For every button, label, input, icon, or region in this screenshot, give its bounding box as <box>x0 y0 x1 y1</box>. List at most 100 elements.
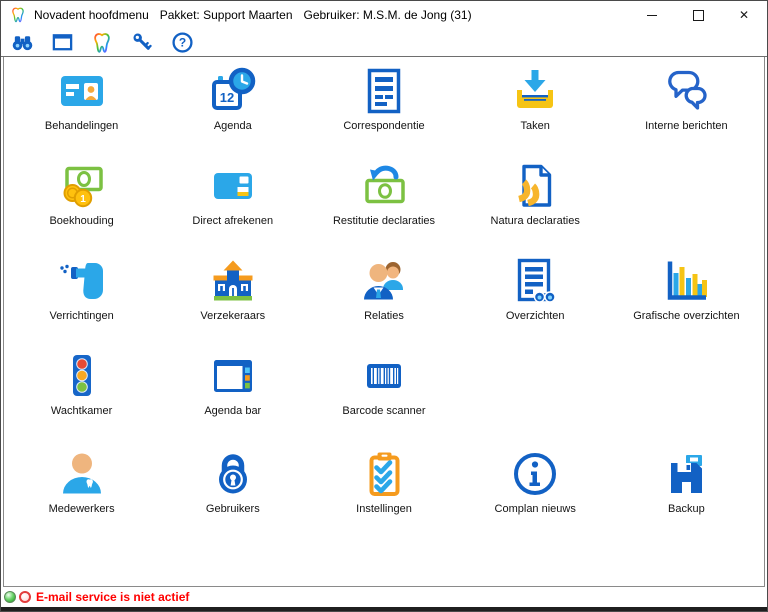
menu-item-barcode-scanner[interactable]: Barcode scanner <box>308 347 459 445</box>
menu-item-label: Agenda <box>213 120 252 132</box>
title-text: Novadent hoofdmenu Pakket: Support Maart… <box>34 8 472 22</box>
user-label: Gebruiker: M.S.M. de Jong (31) <box>303 8 472 22</box>
bar-chart-icon <box>668 261 708 300</box>
menu-item-label: Agenda bar <box>204 405 262 417</box>
menu-item-complan-nieuws[interactable]: Complan nieuws <box>460 445 611 545</box>
toolbar: ? <box>1 29 767 57</box>
menu-item-label: Behandelingen <box>44 120 119 132</box>
menu-item-gebruikers[interactable]: Gebruikers <box>157 445 308 545</box>
people-icon <box>363 262 403 300</box>
patient-card-icon <box>60 76 103 106</box>
minimize-icon <box>647 14 657 16</box>
menu-item-label: Correspondentie <box>343 120 425 132</box>
menu-item-behandelingen[interactable]: Behandelingen <box>6 62 157 157</box>
maximize-button[interactable] <box>675 1 721 29</box>
menu-item-correspondentie[interactable]: Correspondentie <box>308 62 459 157</box>
floppy-disk-icon <box>671 455 703 493</box>
key-icon <box>132 33 152 50</box>
office-building-icon <box>213 260 253 301</box>
menu-item-label: Wachtkamer <box>50 405 113 417</box>
novadent-toolbar-button[interactable] <box>90 31 114 55</box>
letter-document-icon <box>367 68 401 114</box>
menu-item-verrichtingen[interactable]: Verrichtingen <box>6 252 157 347</box>
menu-grid: Behandelingen 12 Agenda Correspondentie … <box>4 62 764 545</box>
menu-item-label: Direct afrekenen <box>192 215 274 227</box>
window-title: Novadent hoofdmenu <box>34 8 149 22</box>
maximize-icon <box>692 9 704 21</box>
traffic-light-icon <box>72 355 91 396</box>
service-red-indicator-icon <box>19 591 31 603</box>
package-label: Pakket: Support Maarten <box>159 8 293 22</box>
menu-item-grafische-overzichten[interactable]: Grafische overzichten <box>611 252 762 347</box>
menu-item-backup[interactable]: Backup <box>611 445 762 545</box>
menu-item-label: Grafische overzichten <box>633 310 740 322</box>
menu-item-instellingen[interactable]: Instellingen <box>308 445 459 545</box>
service-green-indicator-icon <box>4 591 16 603</box>
status-bar: E-mail service is niet actief <box>1 587 767 607</box>
menu-item-agenda-bar[interactable]: Agenda bar <box>157 347 308 445</box>
menu-item-relaties[interactable]: Relaties <box>308 252 459 347</box>
menu-item-direct-afrekenen[interactable]: Direct afrekenen <box>157 157 308 252</box>
binoculars-icon <box>12 36 32 51</box>
dentist-person-icon <box>62 453 101 494</box>
svg-text:1: 1 <box>80 194 86 205</box>
status-message: E-mail service is niet actief <box>36 590 190 604</box>
menu-item-label: Backup <box>668 503 705 515</box>
menu-item-medewerkers[interactable]: Medewerkers <box>6 445 157 545</box>
report-binoculars-icon <box>517 258 556 303</box>
window-sidebar-icon <box>213 360 252 392</box>
dental-drill-icon <box>59 263 103 299</box>
menu-item-label: Barcode scanner <box>342 405 426 417</box>
chat-bubbles-icon <box>668 70 708 110</box>
novadent-logo-icon <box>9 6 27 24</box>
menu-item-wachtkamer[interactable]: Wachtkamer <box>6 347 157 445</box>
empty-cell <box>611 347 762 445</box>
inbox-tray-icon <box>517 70 554 108</box>
menu-item-natura-declaraties[interactable]: Natura declaraties <box>460 157 611 252</box>
window-bottom-edge <box>1 607 767 611</box>
novadent-main-window: Novadent hoofdmenu Pakket: Support Maart… <box>0 0 768 612</box>
menu-item-agenda[interactable]: 12 Agenda <box>157 62 308 157</box>
menu-item-verzekeraars[interactable]: Verzekeraars <box>157 252 308 347</box>
menu-item-label: Instellingen <box>356 503 412 515</box>
info-icon <box>514 453 557 495</box>
calendar-clock-icon: 12 <box>211 67 256 110</box>
bank-card-icon <box>213 173 252 199</box>
menu-item-label: Verzekeraars <box>200 310 266 322</box>
help-toolbar-button[interactable]: ? <box>170 31 194 55</box>
search-toolbar-button[interactable] <box>10 31 34 55</box>
svg-text:?: ? <box>178 36 185 50</box>
main-menu-area: Behandelingen 12 Agenda Correspondentie … <box>3 57 765 587</box>
close-icon: ✕ <box>738 8 750 22</box>
window-icon <box>52 34 72 51</box>
minimize-button[interactable] <box>629 1 675 29</box>
title-bar: Novadent hoofdmenu Pakket: Support Maart… <box>1 1 767 29</box>
menu-item-label: Medewerkers <box>48 503 115 515</box>
menu-item-label: Gebruikers <box>205 503 260 515</box>
padlock-icon <box>218 454 247 494</box>
menu-item-label: Restitutie declaraties <box>332 215 436 227</box>
money-refund-icon <box>365 165 405 204</box>
money-coins-icon: 1 <box>63 166 103 208</box>
menu-item-taken[interactable]: Taken <box>460 62 611 157</box>
barcode-icon <box>366 364 401 388</box>
window-controls: ✕ <box>629 1 767 29</box>
novadent-tooth-icon <box>94 32 110 53</box>
menu-item-label: Relaties <box>364 310 404 322</box>
access-toolbar-button[interactable] <box>130 31 154 55</box>
menu-item-interne-berichten[interactable]: Interne berichten <box>611 62 762 157</box>
menu-item-overzichten[interactable]: Overzichten <box>460 252 611 347</box>
window-toolbar-button[interactable] <box>50 31 74 55</box>
svg-text:12: 12 <box>220 90 234 105</box>
menu-item-label: Boekhouding <box>49 215 114 227</box>
menu-item-restitutie-declaraties[interactable]: Restitutie declaraties <box>308 157 459 252</box>
help-icon: ? <box>171 32 193 53</box>
menu-item-label: Taken <box>520 120 550 132</box>
menu-item-label: Verrichtingen <box>49 310 114 322</box>
menu-item-label: Interne berichten <box>645 120 728 132</box>
vektis-document-icon <box>518 164 552 207</box>
close-button[interactable]: ✕ <box>721 1 767 29</box>
empty-cell <box>611 157 762 252</box>
menu-item-boekhouding[interactable]: 1 Boekhouding <box>6 157 157 252</box>
menu-item-label: Natura declaraties <box>490 215 580 227</box>
